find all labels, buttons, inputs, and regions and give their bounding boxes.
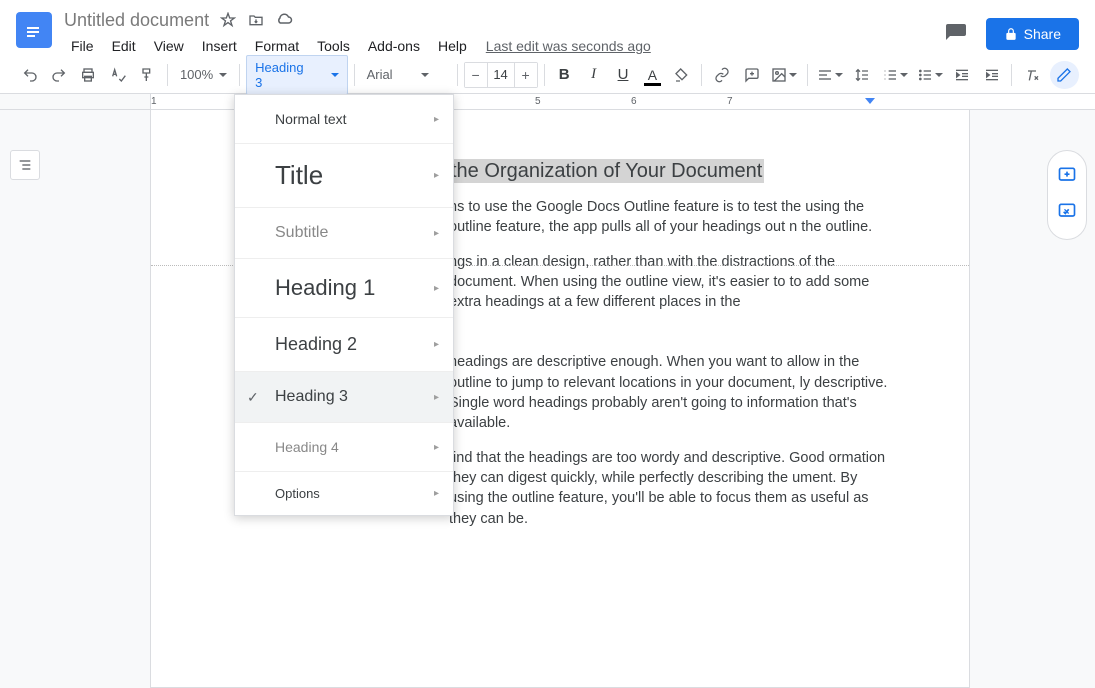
document-title[interactable]: Untitled document	[64, 10, 209, 31]
menu-edit[interactable]: Edit	[105, 36, 143, 56]
font-selector[interactable]: Arial	[361, 63, 451, 86]
header: Untitled document File Edit View Insert …	[0, 0, 1095, 56]
ruler: 1 2 3 4 5 6 7	[0, 94, 1095, 110]
share-label: Share	[1024, 26, 1061, 42]
add-comment-rail-icon[interactable]	[1057, 165, 1077, 190]
styles-selector[interactable]: Heading 3	[246, 55, 347, 95]
menu-format[interactable]: Format	[248, 36, 306, 56]
title-area: Untitled document File Edit View Insert …	[64, 8, 940, 56]
menu-tools[interactable]: Tools	[310, 36, 357, 56]
suggest-edits-rail-icon[interactable]	[1057, 201, 1077, 226]
open-comments-icon[interactable]	[940, 18, 972, 50]
share-button[interactable]: Share	[986, 18, 1079, 50]
menu-view[interactable]: View	[147, 36, 191, 56]
decrease-indent-icon[interactable]	[949, 61, 976, 89]
bold-icon[interactable]: B	[551, 61, 578, 89]
add-comment-icon[interactable]	[738, 61, 765, 89]
last-edit-link[interactable]: Last edit was seconds ago	[486, 38, 651, 54]
font-size-increase[interactable]: +	[515, 63, 537, 87]
numbered-list-icon[interactable]	[878, 61, 911, 89]
toolbar: 100% Heading 3 Arial − + B I U A	[0, 56, 1095, 94]
zoom-selector[interactable]: 100%	[174, 63, 233, 86]
right-rail	[1047, 150, 1087, 240]
move-icon[interactable]	[247, 11, 265, 29]
style-option-normal[interactable]: Normal text▸	[235, 95, 453, 144]
menu-bar: File Edit View Insert Format Tools Add-o…	[64, 36, 940, 56]
menu-addons[interactable]: Add-ons	[361, 36, 427, 56]
bulleted-list-icon[interactable]	[913, 61, 946, 89]
editing-mode-icon[interactable]	[1050, 61, 1079, 89]
text-color-icon[interactable]: A	[639, 61, 666, 89]
redo-icon[interactable]	[45, 61, 72, 89]
outline-toggle-icon[interactable]	[10, 150, 40, 180]
cloud-status-icon[interactable]	[275, 11, 293, 29]
style-option-heading4[interactable]: Heading 4▸	[235, 423, 453, 472]
insert-image-icon[interactable]	[767, 61, 800, 89]
highlight-color-icon[interactable]	[668, 61, 695, 89]
line-spacing-icon[interactable]	[849, 61, 876, 89]
menu-insert[interactable]: Insert	[195, 36, 244, 56]
align-icon[interactable]	[813, 61, 846, 89]
undo-icon[interactable]	[16, 61, 43, 89]
print-icon[interactable]	[75, 61, 102, 89]
menu-help[interactable]: Help	[431, 36, 474, 56]
style-option-heading2[interactable]: Heading 2▸	[235, 318, 453, 372]
menu-file[interactable]: File	[64, 36, 101, 56]
styles-dropdown: Normal text▸ Title▸ Subtitle▸ Heading 1▸…	[234, 94, 454, 516]
font-size-control: − +	[464, 62, 538, 88]
workspace: the Organization of Your Document ns to …	[0, 110, 1095, 688]
style-option-heading3[interactable]: ✓Heading 3▸	[235, 372, 453, 423]
font-size-input[interactable]	[487, 63, 515, 87]
style-option-title[interactable]: Title▸	[235, 144, 453, 208]
insert-link-icon[interactable]	[708, 61, 735, 89]
style-option-subtitle[interactable]: Subtitle▸	[235, 208, 453, 259]
font-size-decrease[interactable]: −	[465, 63, 487, 87]
indent-marker-icon[interactable]	[865, 98, 875, 108]
underline-icon[interactable]: U	[609, 61, 636, 89]
style-option-options[interactable]: Options▸	[235, 472, 453, 515]
paint-format-icon[interactable]	[134, 61, 161, 89]
increase-indent-icon[interactable]	[978, 61, 1005, 89]
spellcheck-icon[interactable]	[104, 61, 131, 89]
style-option-heading1[interactable]: Heading 1▸	[235, 259, 453, 318]
star-icon[interactable]	[219, 11, 237, 29]
clear-formatting-icon[interactable]	[1018, 61, 1045, 89]
italic-icon[interactable]: I	[580, 61, 607, 89]
docs-logo-icon[interactable]	[16, 12, 52, 48]
